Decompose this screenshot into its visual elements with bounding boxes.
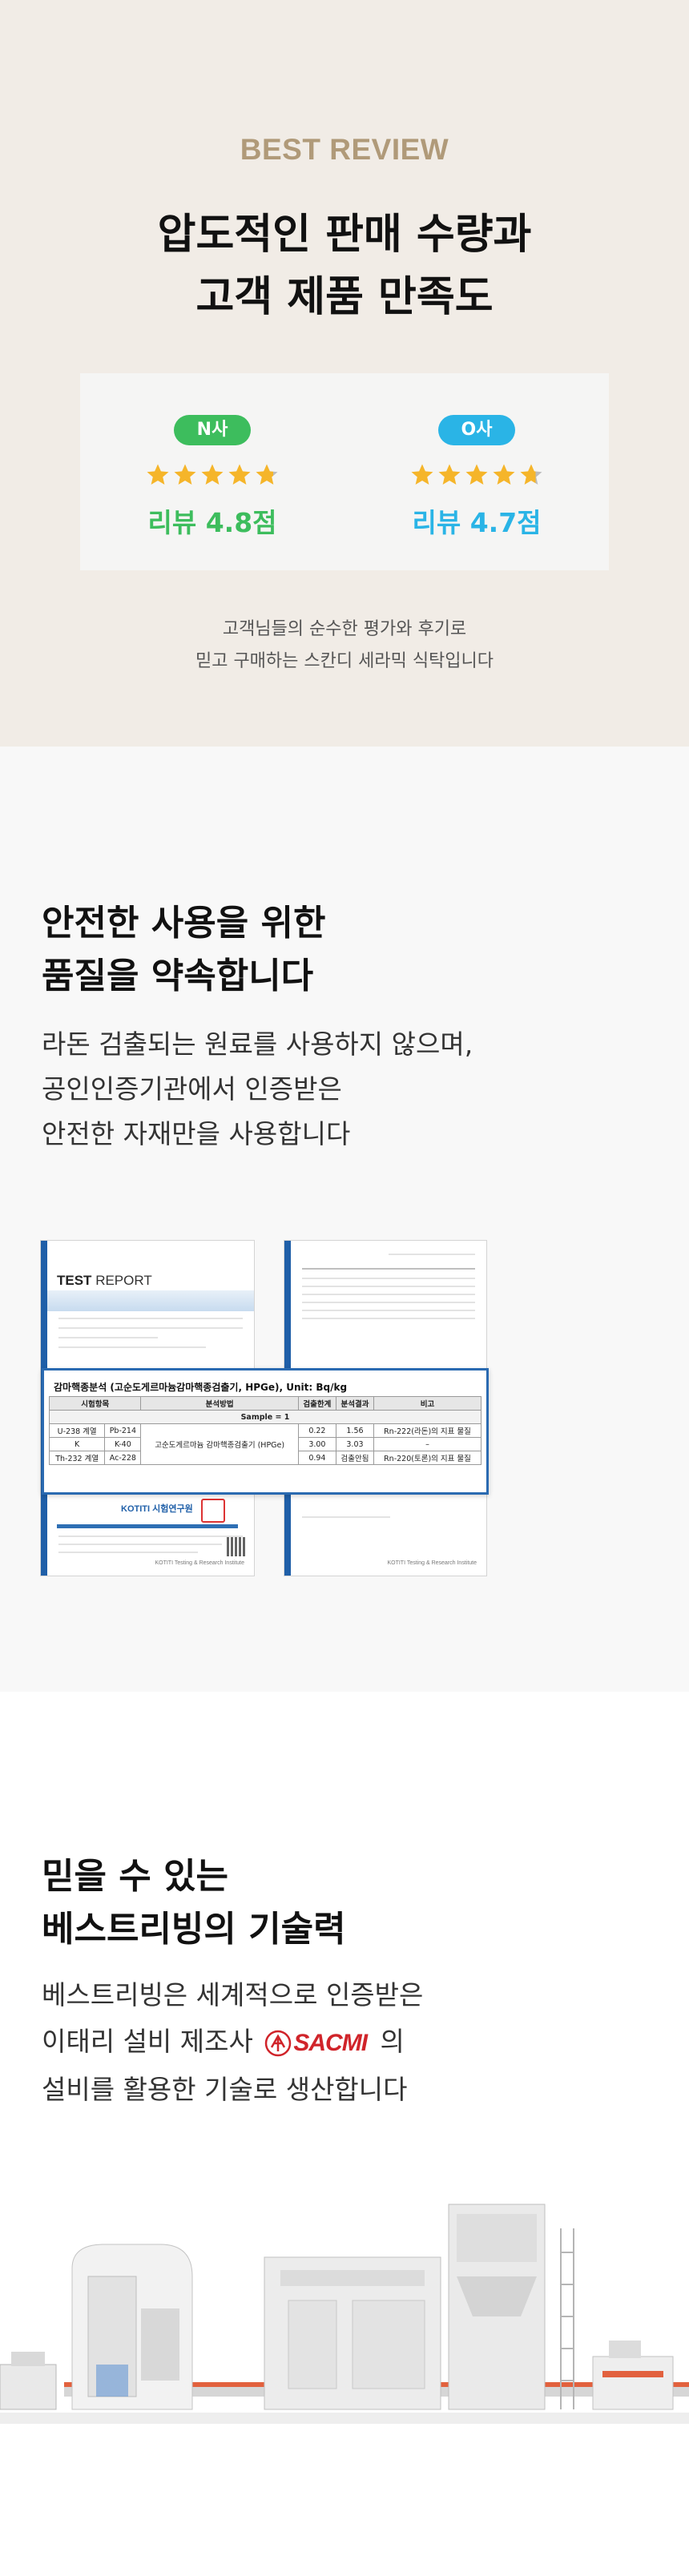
sample-row: Sample = 1 <box>49 1410 481 1424</box>
review-score-card: N사 리뷰 4.8점 O사 리뷰 4.7점 <box>80 373 609 570</box>
quality-heading-line-2: 품질을 약속합니다 <box>42 956 314 996</box>
star-icon <box>174 464 196 485</box>
platform-n-score: 리뷰 4.8점 <box>147 507 277 538</box>
quality-body-line-1: 라돈 검출되는 원료를 사용하지 않으며, <box>42 1028 473 1060</box>
tech-heading-line-1: 믿을 수 있는 <box>42 1856 229 1897</box>
quality-heading: 안전한 사용을 위한 품질을 약속합니다 <box>42 897 325 1003</box>
quality-heading-line-1: 안전한 사용을 위한 <box>42 903 326 944</box>
best-review-section: BEST REVIEW 압도적인 판매 수량과 고객 제품 만족도 N사 리뷰 … <box>0 0 689 747</box>
quality-body-line-3: 안전한 자재만을 사용합니다 <box>42 1118 351 1149</box>
radon-analysis-table-panel: 감마핵종분석 (고순도게르마늄감마핵종검출기, HPGe), Unit: Bq/… <box>42 1368 489 1495</box>
star-icon <box>493 464 515 485</box>
review-description-line-1: 고객님들의 순수한 평가와 후기로 <box>222 619 467 639</box>
platform-n-badge: N사 <box>174 415 251 445</box>
sample-label: Sample = 1 <box>49 1410 481 1424</box>
platform-o-rating: O사 리뷰 4.7점 <box>344 373 609 570</box>
test-report-image: TEST REPORT KOTITI 시험연구원 KOTITI Testing … <box>40 1240 491 1584</box>
qr-code-icon <box>227 1537 246 1556</box>
quality-body: 라돈 검출되는 원료를 사용하지 않으며, 공인인증기관에서 인증받은 안전한 … <box>42 1022 473 1157</box>
tech-body-line-2: 이태리 설비 제조사 SACMI 의 <box>42 2019 423 2067</box>
col-test-item: 시험항목 <box>48 1396 142 1411</box>
platform-n-stars <box>144 463 280 487</box>
report-footer: KOTITI Testing & Research Institute <box>155 1560 244 1566</box>
star-icon <box>465 464 488 485</box>
technology-section: 믿을 수 있는 베스트리빙의 기술력 베스트리빙은 세계적으로 인증받은 이태리… <box>0 1692 689 2576</box>
quality-section: 안전한 사용을 위한 품질을 약속합니다 라돈 검출되는 원료를 사용하지 않으… <box>0 747 689 1692</box>
report-footer: KOTITI Testing & Research Institute <box>387 1560 477 1566</box>
col-result: 분석결과 <box>335 1396 374 1411</box>
star-icon <box>147 464 169 485</box>
best-review-headline: 압도적인 판매 수량과 고객 제품 만족도 <box>0 203 689 328</box>
review-description-line-2: 믿고 구매하는 스칸디 세라믹 식탁입니다 <box>195 651 494 671</box>
analysis-table: 시험항목 분석방법 검출한계 분석결과 비고 Sample = 1 U-238 … <box>48 1396 482 1465</box>
table-row: U-238 계열 Pb-214 고순도게르마늄 감마핵종검출기 (HPGe) 0… <box>48 1423 482 1465</box>
headline-line-1: 압도적인 판매 수량과 <box>157 211 532 259</box>
table-header-row: 시험항목 분석방법 검출한계 분석결과 비고 <box>48 1396 482 1411</box>
col-detection-limit: 검출한계 <box>297 1396 336 1411</box>
analysis-table-title: 감마핵종분석 (고순도게르마늄감마핵종검출기, HPGe), Unit: Bq/… <box>54 1382 348 1393</box>
sacmi-logo: SACMI <box>264 2020 368 2067</box>
kotiti-logo: KOTITI 시험연구원 <box>121 1504 193 1514</box>
report-header-swoosh <box>47 1290 254 1311</box>
tech-body: 베스트리빙은 세계적으로 인증받은 이태리 설비 제조사 SACMI 의 설비를… <box>42 1972 423 2113</box>
tech-body-line-3: 설비를 활용한 기술로 생산합니다 <box>42 2073 408 2105</box>
tech-body-line-1: 베스트리빙은 세계적으로 인증받은 <box>42 1979 424 2010</box>
col-remark: 비고 <box>373 1396 482 1411</box>
platform-o-badge: O사 <box>438 415 515 445</box>
sacmi-emblem-icon <box>265 2030 292 2056</box>
sacmi-production-line-illustration <box>0 2204 689 2424</box>
tech-heading: 믿을 수 있는 베스트리빙의 기술력 <box>42 1850 346 1956</box>
star-icon <box>520 464 542 485</box>
quality-body-line-2: 공인인증기관에서 인증받은 <box>42 1073 342 1105</box>
sacmi-wordmark: SACMI <box>293 2029 368 2056</box>
best-review-eyebrow: BEST REVIEW <box>240 133 449 166</box>
star-icon <box>201 464 224 485</box>
tech-heading-line-2: 베스트리빙의 기술력 <box>42 1909 346 1950</box>
review-description: 고객님들의 순수한 평가와 후기로 믿고 구매하는 스칸디 세라믹 식탁입니다 <box>0 614 689 678</box>
official-stamp <box>201 1499 225 1523</box>
star-icon <box>438 464 461 485</box>
star-icon <box>256 464 278 485</box>
col-method: 분석방법 <box>140 1396 299 1411</box>
platform-o-stars <box>409 463 545 487</box>
star-icon <box>228 464 251 485</box>
method-cell: 고순도게르마늄 감마핵종검출기 (HPGe) <box>140 1423 299 1465</box>
platform-o-score: 리뷰 4.7점 <box>412 507 542 538</box>
platform-n-rating: N사 리뷰 4.8점 <box>80 373 344 570</box>
star-icon <box>411 464 433 485</box>
headline-line-2: 고객 제품 만족도 <box>195 273 494 321</box>
report-title: TEST REPORT <box>57 1273 152 1288</box>
